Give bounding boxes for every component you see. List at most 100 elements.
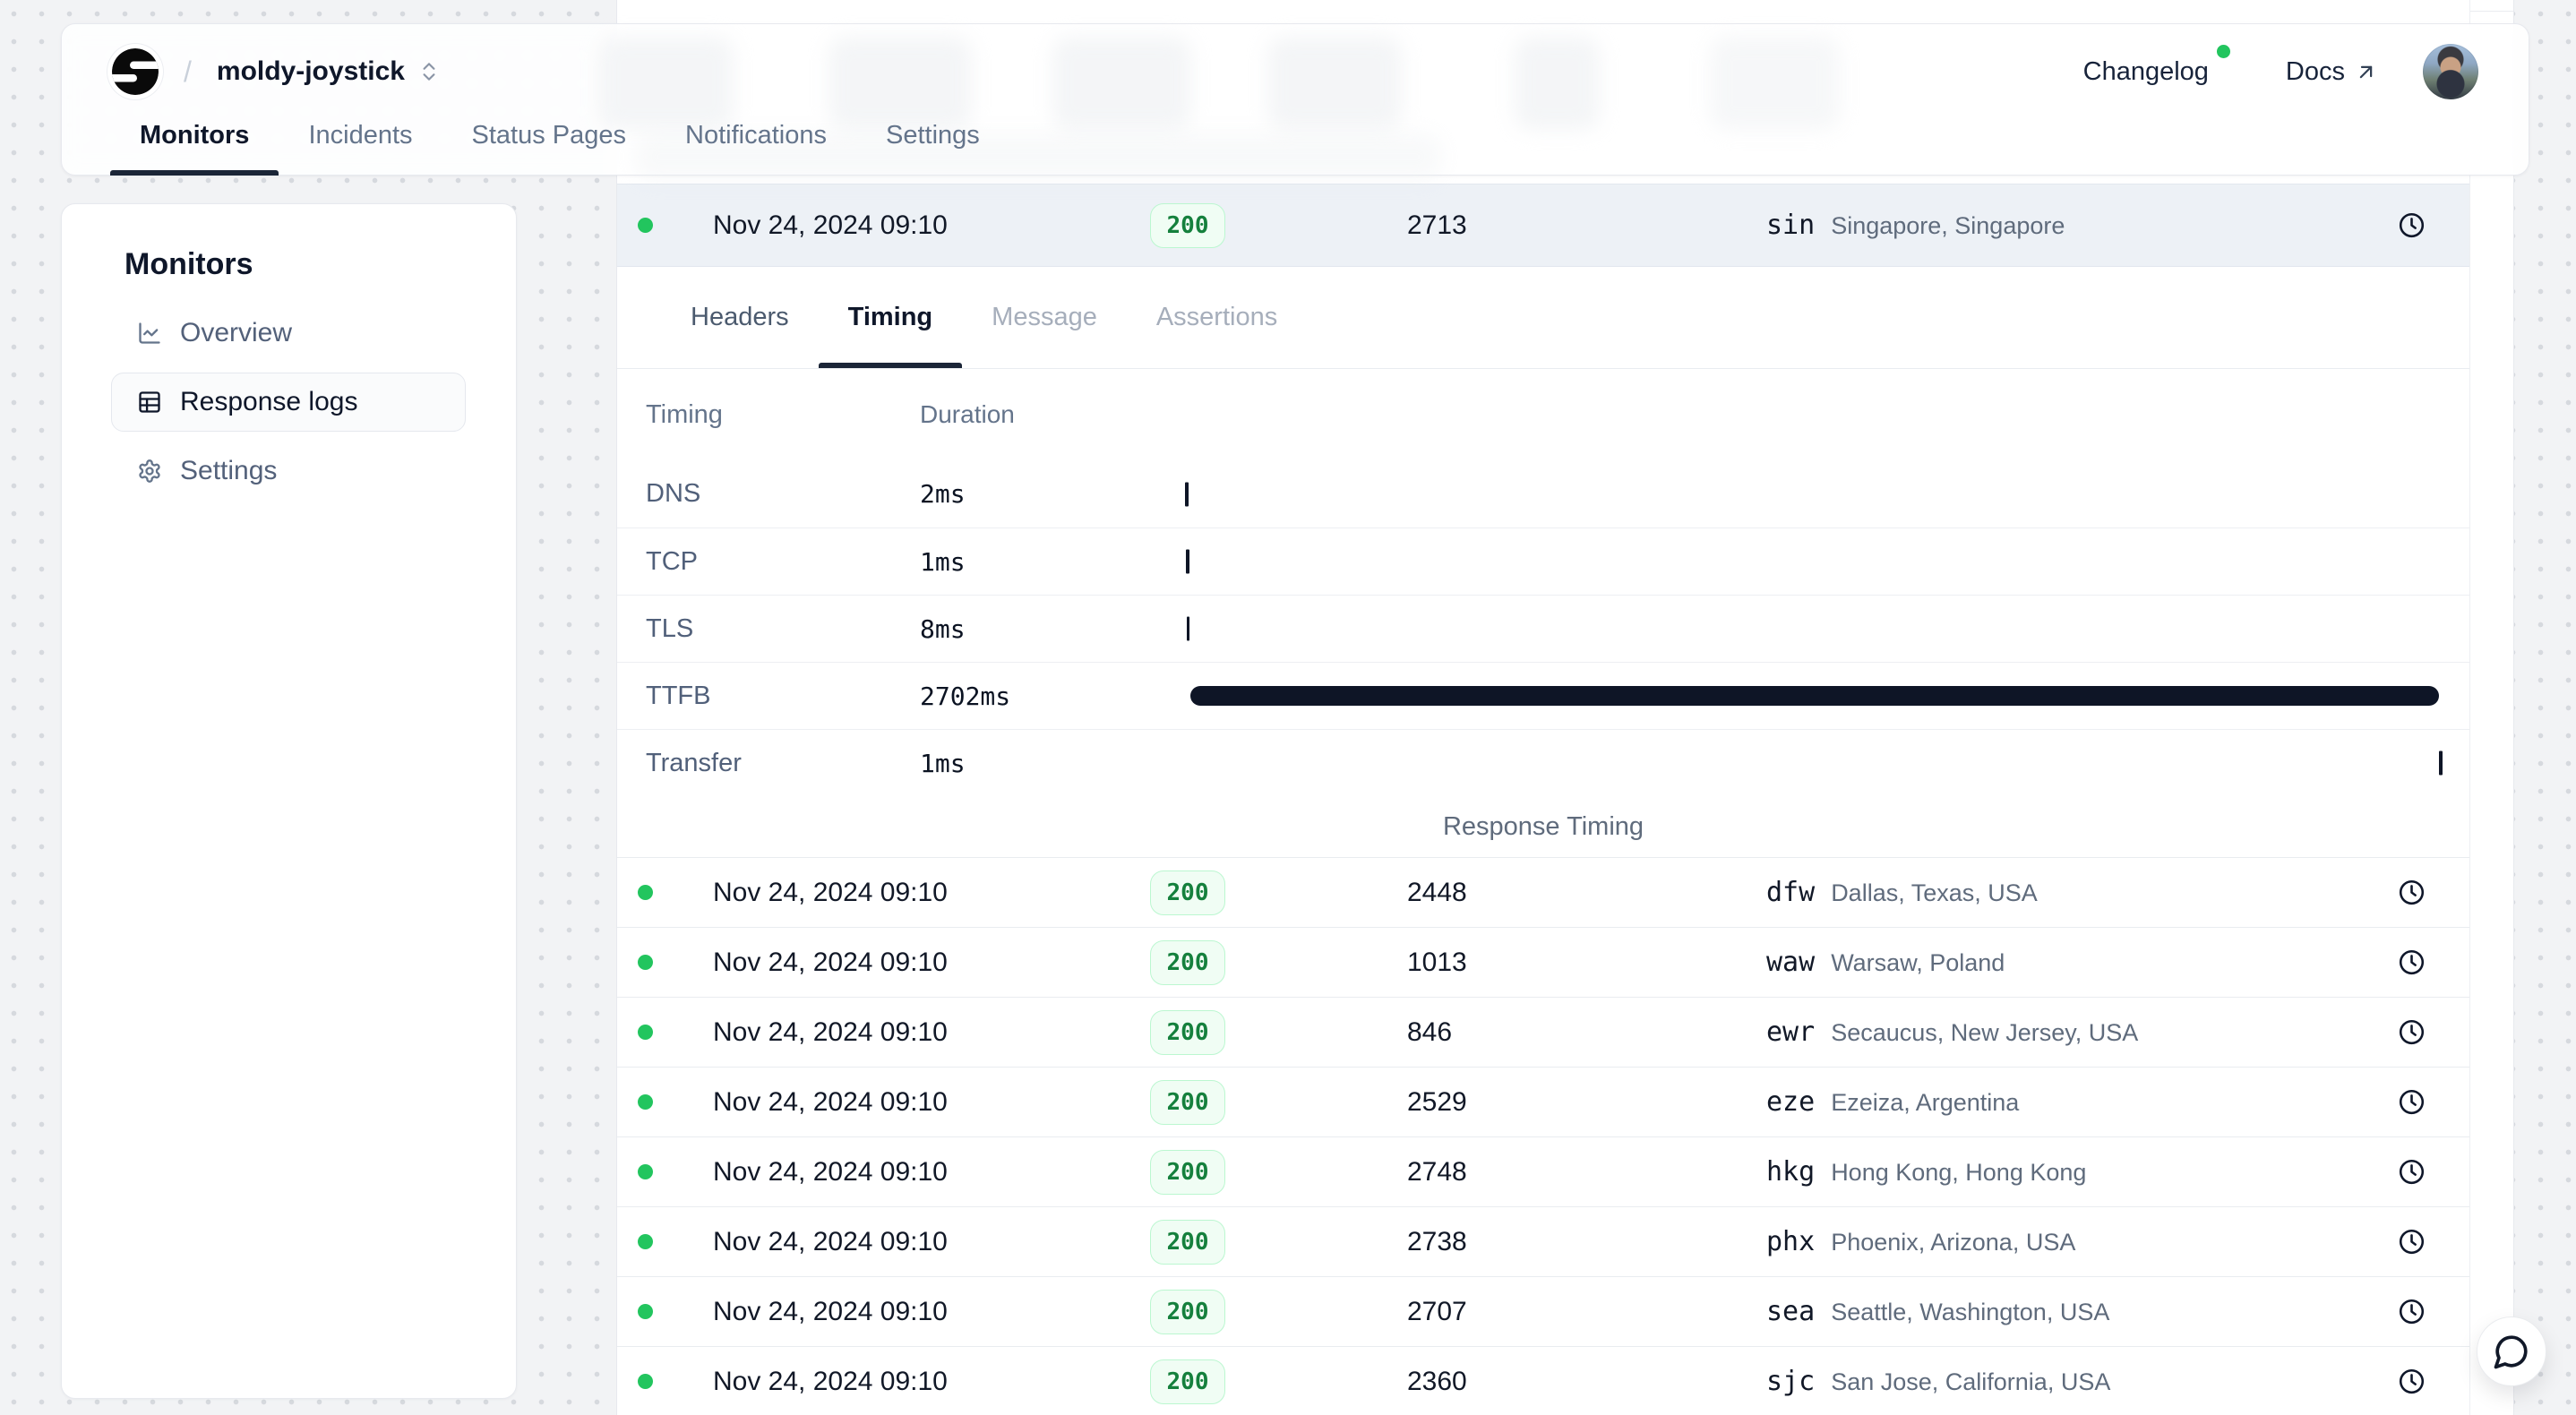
log-timestamp: Nov 24, 2024 09:10 (713, 1017, 1071, 1048)
log-rows-list: Nov 24, 2024 09:10 200 2448 dfw Dallas, … (617, 858, 2469, 1415)
log-row[interactable]: Nov 24, 2024 09:10 200 2360 sjc San Jose… (617, 1347, 2469, 1415)
status-dot (638, 218, 653, 233)
nav-tab-status-pages[interactable]: Status Pages (442, 96, 657, 175)
breadcrumb-separator: / (184, 56, 192, 89)
log-row[interactable]: Nov 24, 2024 09:10 200 2738 phx Phoenix,… (617, 1207, 2469, 1277)
region-location: Ezeiza, Argentina (1831, 1089, 2019, 1117)
status-badge: 200 (1150, 870, 1226, 915)
docs-link[interactable]: Docs (2286, 57, 2378, 87)
status-badge: 200 (1150, 203, 1226, 248)
tab-headers[interactable]: Headers (661, 267, 819, 368)
status-badge: 200 (1150, 1080, 1226, 1125)
sidebar-item-settings[interactable]: Settings (111, 442, 466, 501)
log-latency: 2748 (1304, 1157, 1641, 1188)
timing-phase-duration: 2702ms (920, 682, 1185, 711)
duration-column-header: Duration (920, 400, 1185, 429)
sidebar-item-overview[interactable]: Overview (111, 304, 466, 363)
log-row[interactable]: Nov 24, 2024 09:10 200 1013 waw Warsaw, … (617, 928, 2469, 998)
status-badge: 200 (1150, 940, 1226, 985)
region-code: eze (1766, 1086, 1815, 1118)
clock-trigger-button[interactable] (2392, 1362, 2431, 1401)
region-code: phx (1766, 1226, 1815, 1257)
nav-tab-settings[interactable]: Settings (856, 96, 1009, 175)
status-dot (638, 955, 653, 970)
log-row[interactable]: Nov 24, 2024 09:10 200 2707 sea Seattle,… (617, 1277, 2469, 1347)
gear-icon (137, 459, 162, 484)
status-badge: 200 (1150, 1359, 1226, 1404)
timing-phase-duration: 8ms (920, 614, 1185, 644)
timing-row: Transfer 1ms (617, 729, 2469, 796)
clock-trigger-button[interactable] (2392, 1153, 2431, 1191)
clock-trigger-button[interactable] (2392, 873, 2431, 912)
nav-tab-monitors[interactable]: Monitors (110, 96, 279, 175)
clock-trigger-button[interactable] (2392, 1292, 2431, 1331)
region-location: Singapore, Singapore (1831, 212, 2065, 240)
nav-tab-incidents[interactable]: Incidents (279, 96, 442, 175)
clock-icon (2398, 1298, 2426, 1325)
log-detail-panel: Headers Timing Message Assertions Timing… (617, 267, 2469, 858)
main-nav: Monitors Incidents Status Pages Notifica… (110, 96, 1009, 175)
tab-message[interactable]: Message (962, 267, 1127, 368)
log-timestamp: Nov 24, 2024 09:10 (713, 1227, 1071, 1257)
project-switcher-button[interactable] (417, 60, 441, 83)
timing-row: TCP 1ms (617, 527, 2469, 595)
region-location: Dallas, Texas, USA (1831, 879, 2038, 907)
clock-trigger-button[interactable] (2392, 1013, 2431, 1051)
openstatus-logo[interactable] (112, 48, 159, 95)
status-dot (638, 1374, 653, 1389)
region-location: Warsaw, Poland (1831, 949, 2005, 977)
detail-tabs: Headers Timing Message Assertions (617, 267, 2469, 369)
timing-bar (2439, 751, 2443, 776)
timing-bar (1190, 686, 2440, 706)
log-timestamp: Nov 24, 2024 09:10 (713, 210, 1071, 241)
nav-tab-notifications[interactable]: Notifications (656, 96, 856, 175)
clock-icon (2398, 879, 2426, 906)
chat-button[interactable] (2477, 1316, 2546, 1386)
tab-timing[interactable]: Timing (819, 267, 963, 368)
clock-trigger-button[interactable] (2392, 943, 2431, 982)
log-timestamp: Nov 24, 2024 09:10 (713, 1367, 1071, 1397)
region-location: Phoenix, Arizona, USA (1831, 1229, 2075, 1256)
line-chart-icon (137, 321, 162, 346)
log-row[interactable]: Nov 24, 2024 09:10 200 2448 dfw Dallas, … (617, 858, 2469, 928)
tab-assertions[interactable]: Assertions (1127, 267, 1307, 368)
region-location: Secaucus, New Jersey, USA (1831, 1019, 2138, 1047)
status-dot (638, 1304, 653, 1319)
clock-trigger-button[interactable] (2392, 1222, 2431, 1261)
timing-phase-name: TTFB (646, 682, 920, 711)
clock-icon (2398, 1228, 2426, 1256)
changelog-new-dot (2217, 45, 2230, 58)
status-dot (638, 885, 653, 900)
changelog-link[interactable]: Changelog (2083, 57, 2209, 87)
clock-icon (2398, 1158, 2426, 1186)
sidebar-title: Monitors (125, 247, 253, 282)
sidebar-item-response-logs[interactable]: Response logs (111, 373, 466, 432)
region-code: ewr (1766, 1016, 1815, 1048)
timing-bar (1185, 482, 1189, 506)
region-code: sea (1766, 1296, 1815, 1327)
status-dot (638, 1164, 653, 1179)
status-badge: 200 (1150, 1290, 1226, 1334)
arrow-up-right-icon (2354, 60, 2378, 84)
project-name: moldy-joystick (217, 56, 405, 87)
avatar[interactable] (2423, 44, 2478, 99)
chevrons-up-down-icon (417, 60, 441, 83)
log-row[interactable]: Nov 24, 2024 09:10 200 2748 hkg Hong Kon… (617, 1137, 2469, 1207)
region-location: Hong Kong, Hong Kong (1831, 1159, 2086, 1187)
clock-icon (2398, 1368, 2426, 1395)
timing-table: Timing Duration DNS 2ms TCP 1ms TLS 8ms … (617, 369, 2469, 857)
clock-icon (2398, 1018, 2426, 1046)
clock-trigger-button[interactable] (2392, 206, 2431, 244)
log-row-selected[interactable]: Nov 24, 2024 09:10 200 2713 sin Singapor… (617, 184, 2469, 267)
timing-column-header: Timing (646, 400, 920, 430)
log-row[interactable]: Nov 24, 2024 09:10 200 2529 eze Ezeiza, … (617, 1068, 2469, 1137)
timing-phase-name: TLS (646, 614, 920, 644)
clock-trigger-button[interactable] (2392, 1083, 2431, 1121)
region-code: dfw (1766, 877, 1815, 908)
log-row[interactable]: Nov 24, 2024 09:10 200 846 ewr Secaucus,… (617, 998, 2469, 1068)
region-code: sjc (1766, 1366, 1815, 1397)
log-latency: 2360 (1304, 1367, 1641, 1397)
log-latency: 2713 (1304, 210, 1641, 241)
response-logs-card: Nov 24, 2024 09:10 200 2713 sin Singapor… (616, 0, 2514, 1415)
region-code: sin (1766, 210, 1815, 241)
